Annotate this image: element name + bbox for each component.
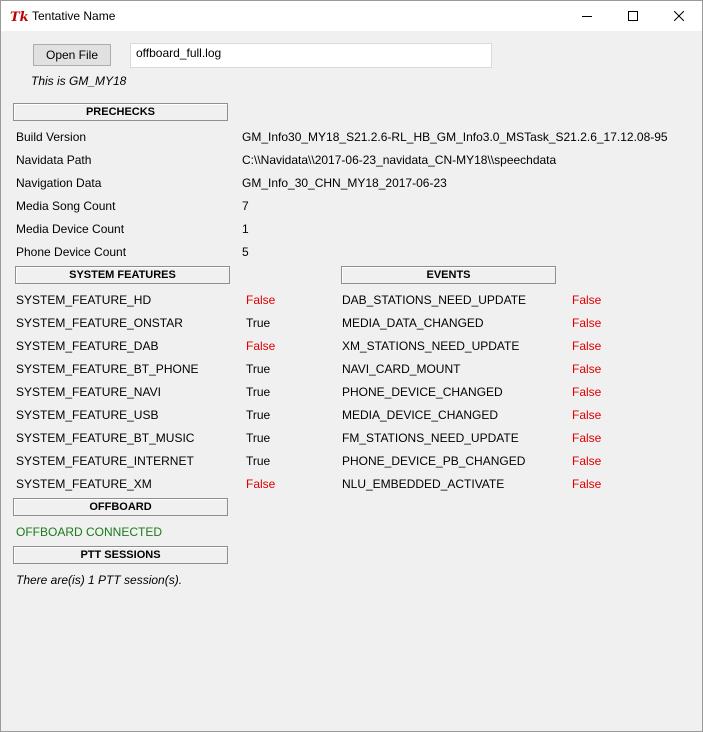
system-feature-row-label: SYSTEM_FEATURE_INTERNET	[16, 454, 194, 468]
precheck-row-label: Build Version	[16, 130, 87, 144]
event-row-label: PHONE_DEVICE_CHANGED	[342, 385, 503, 399]
precheck-row-label: Media Device Count	[16, 222, 125, 236]
system-feature-row-value: False	[246, 477, 276, 491]
file-path-input[interactable]: offboard_full.log	[130, 43, 492, 68]
close-button[interactable]	[656, 1, 702, 31]
event-row-value: False	[572, 477, 602, 491]
svg-text:Tk: Tk	[10, 10, 28, 24]
precheck-row-label: Navidata Path	[16, 153, 92, 167]
event-row-value: False	[572, 293, 602, 307]
title-bar[interactable]: Tk Tentative Name	[1, 1, 702, 31]
system-features-header: SYSTEM FEATURES	[15, 266, 230, 284]
system-feature-row-value: True	[246, 362, 271, 376]
event-row-label: MEDIA_DEVICE_CHANGED	[342, 408, 499, 422]
system-feature-row-value: False	[246, 339, 276, 353]
minimize-icon	[582, 16, 592, 17]
precheck-row-value: 5	[242, 245, 249, 259]
system-feature-row-label: SYSTEM_FEATURE_DAB	[16, 339, 159, 353]
precheck-row-value: 1	[242, 222, 249, 236]
app-window: Tk Tentative Name Open File offboard_ful…	[0, 0, 703, 732]
precheck-row-label: Navigation Data	[16, 176, 102, 190]
precheck-row-value: GM_Info_30_CHN_MY18_2017-06-23	[242, 176, 447, 190]
event-row-value: False	[572, 454, 602, 468]
system-feature-row-label: SYSTEM_FEATURE_XM	[16, 477, 152, 491]
event-row-label: NLU_EMBEDDED_ACTIVATE	[342, 477, 505, 491]
maximize-icon	[628, 11, 638, 21]
system-feature-row-label: SYSTEM_FEATURE_NAVI	[16, 385, 161, 399]
system-feature-row-label: SYSTEM_FEATURE_USB	[16, 408, 159, 422]
ptt-sessions-header: PTT SESSIONS	[13, 546, 228, 564]
system-feature-row-value: True	[246, 316, 271, 330]
system-feature-row-value: True	[246, 431, 271, 445]
version-info-label: This is GM_MY18	[31, 74, 127, 88]
minimize-button[interactable]	[564, 1, 610, 31]
event-row-value: False	[572, 316, 602, 330]
events-header: EVENTS	[341, 266, 556, 284]
system-feature-row-value: True	[246, 408, 271, 422]
precheck-row-value: C:\\Navidata\\2017-06-23_navidata_CN-MY1…	[242, 153, 557, 167]
system-feature-row-label: SYSTEM_FEATURE_HD	[16, 293, 152, 307]
window-title: Tentative Name	[32, 9, 116, 23]
system-feature-row-value: True	[246, 454, 271, 468]
precheck-row-label: Phone Device Count	[16, 245, 127, 259]
system-feature-row-value: False	[246, 293, 276, 307]
open-file-button[interactable]: Open File	[33, 44, 111, 66]
event-row-label: MEDIA_DATA_CHANGED	[342, 316, 484, 330]
event-row-value: False	[572, 339, 602, 353]
event-row-label: XM_STATIONS_NEED_UPDATE	[342, 339, 520, 353]
event-row-value: False	[572, 408, 602, 422]
offboard-header: OFFBOARD	[13, 498, 228, 516]
precheck-row-label: Media Song Count	[16, 199, 116, 213]
event-row-label: FM_STATIONS_NEED_UPDATE	[342, 431, 519, 445]
close-icon	[674, 11, 684, 21]
event-row-value: False	[572, 431, 602, 445]
event-row-label: NAVI_CARD_MOUNT	[342, 362, 461, 376]
event-row-label: PHONE_DEVICE_PB_CHANGED	[342, 454, 526, 468]
system-feature-row-label: SYSTEM_FEATURE_BT_MUSIC	[16, 431, 195, 445]
tk-feather-icon: Tk	[10, 10, 28, 24]
prechecks-header: PRECHECKS	[13, 103, 228, 121]
offboard-status: OFFBOARD CONNECTED	[16, 525, 163, 539]
system-feature-row-label: SYSTEM_FEATURE_ONSTAR	[16, 316, 183, 330]
maximize-button[interactable]	[610, 1, 656, 31]
event-row-value: False	[572, 362, 602, 376]
system-feature-row-value: True	[246, 385, 271, 399]
ptt-sessions-status: There are(is) 1 PTT session(s).	[16, 573, 183, 587]
precheck-row-value: GM_Info30_MY18_S21.2.6-RL_HB_GM_Info3.0_…	[242, 130, 668, 144]
event-row-value: False	[572, 385, 602, 399]
system-feature-row-label: SYSTEM_FEATURE_BT_PHONE	[16, 362, 199, 376]
event-row-label: DAB_STATIONS_NEED_UPDATE	[342, 293, 527, 307]
precheck-row-value: 7	[242, 199, 249, 213]
